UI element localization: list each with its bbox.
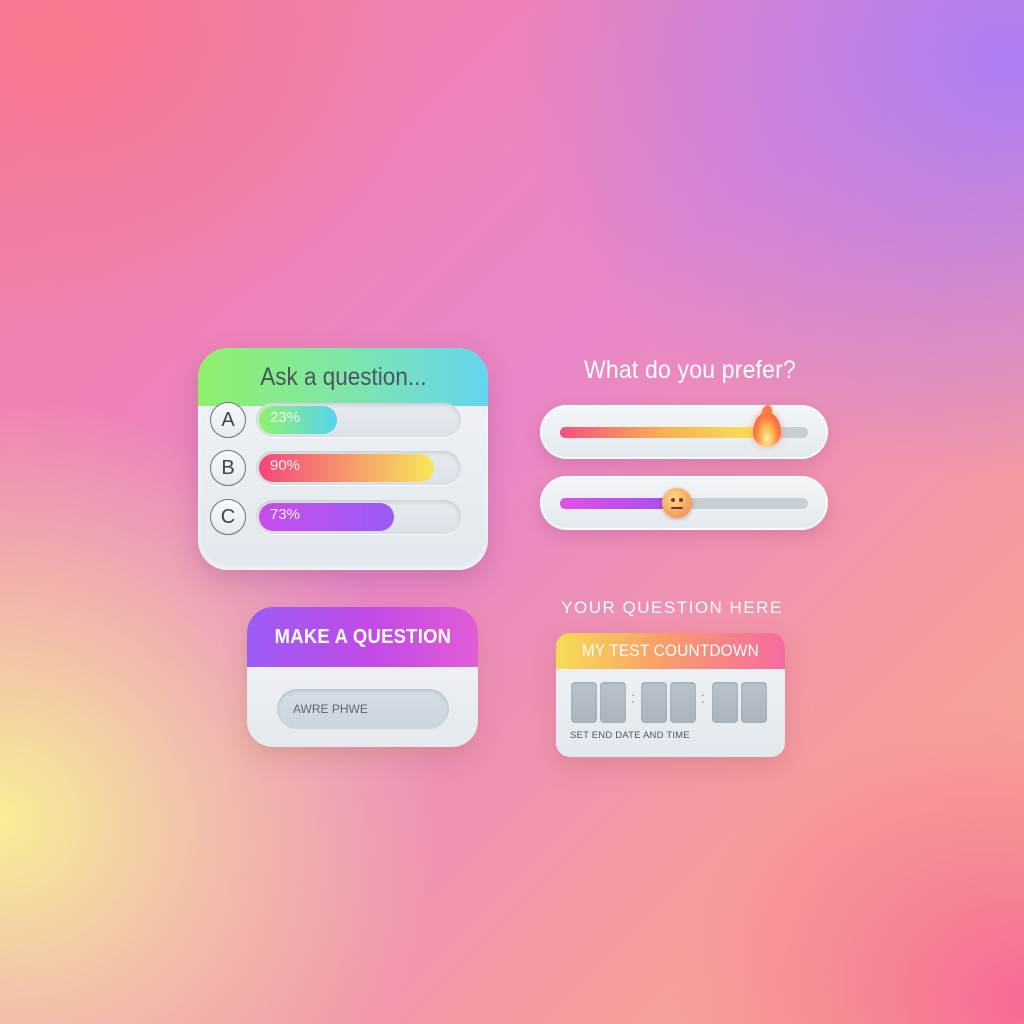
slider-fill [560, 427, 768, 438]
countdown-header: MY TEST COUNTDOWN [556, 633, 785, 669]
emoji-slider-face[interactable] [540, 476, 828, 530]
option-track: 23% [256, 403, 461, 437]
option-track: 73% [256, 500, 461, 534]
slider-fill [560, 498, 677, 509]
neutral-face-icon[interactable] [662, 488, 692, 518]
countdown-title[interactable]: MY TEST COUNTDOWN [582, 641, 759, 661]
emoji-slider-flame[interactable] [540, 405, 828, 459]
countdown-card: MY TEST COUNTDOWN : : SET END DATE AND T… [556, 633, 785, 757]
question-box-header: MAKE A QUESTION [247, 607, 478, 667]
quiz-option-a[interactable]: A 23% [208, 401, 478, 441]
option-percent: 90% [270, 457, 301, 474]
quiz-card: Ask a question... A 23% B 90% C 73% [198, 348, 488, 570]
question-box-card: MAKE A QUESTION [247, 607, 478, 747]
option-percent: 23% [270, 409, 301, 426]
option-letter: B [210, 450, 246, 486]
quiz-option-c[interactable]: C 73% [208, 498, 478, 538]
option-letter: A [210, 402, 246, 438]
quiz-header: Ask a question... [198, 348, 488, 406]
countdown-digit [600, 682, 626, 723]
countdown-digit [670, 682, 696, 723]
countdown-digit [712, 682, 738, 723]
countdown-set-date-link[interactable]: SET END DATE AND TIME [570, 730, 690, 741]
option-percent: 73% [270, 506, 301, 523]
countdown-caption: YOUR QUESTION HERE [561, 598, 783, 617]
countdown-separator: : [700, 690, 706, 707]
countdown-separator: : [630, 690, 636, 707]
quiz-title[interactable]: Ask a question... [260, 363, 426, 392]
flame-icon[interactable] [753, 412, 781, 446]
quiz-option-b[interactable]: B 90% [208, 449, 478, 489]
question-box-title: MAKE A QUESTION [274, 625, 451, 648]
question-input[interactable] [277, 689, 449, 729]
face-mouth [671, 507, 683, 509]
countdown-digit [741, 682, 767, 723]
countdown-digit [641, 682, 667, 723]
countdown-digit [571, 682, 597, 723]
option-letter: C [210, 499, 246, 535]
face-eye [679, 498, 683, 502]
slider-question: What do you prefer? [584, 356, 796, 384]
face-eye [671, 498, 675, 502]
option-track: 90% [256, 451, 461, 485]
